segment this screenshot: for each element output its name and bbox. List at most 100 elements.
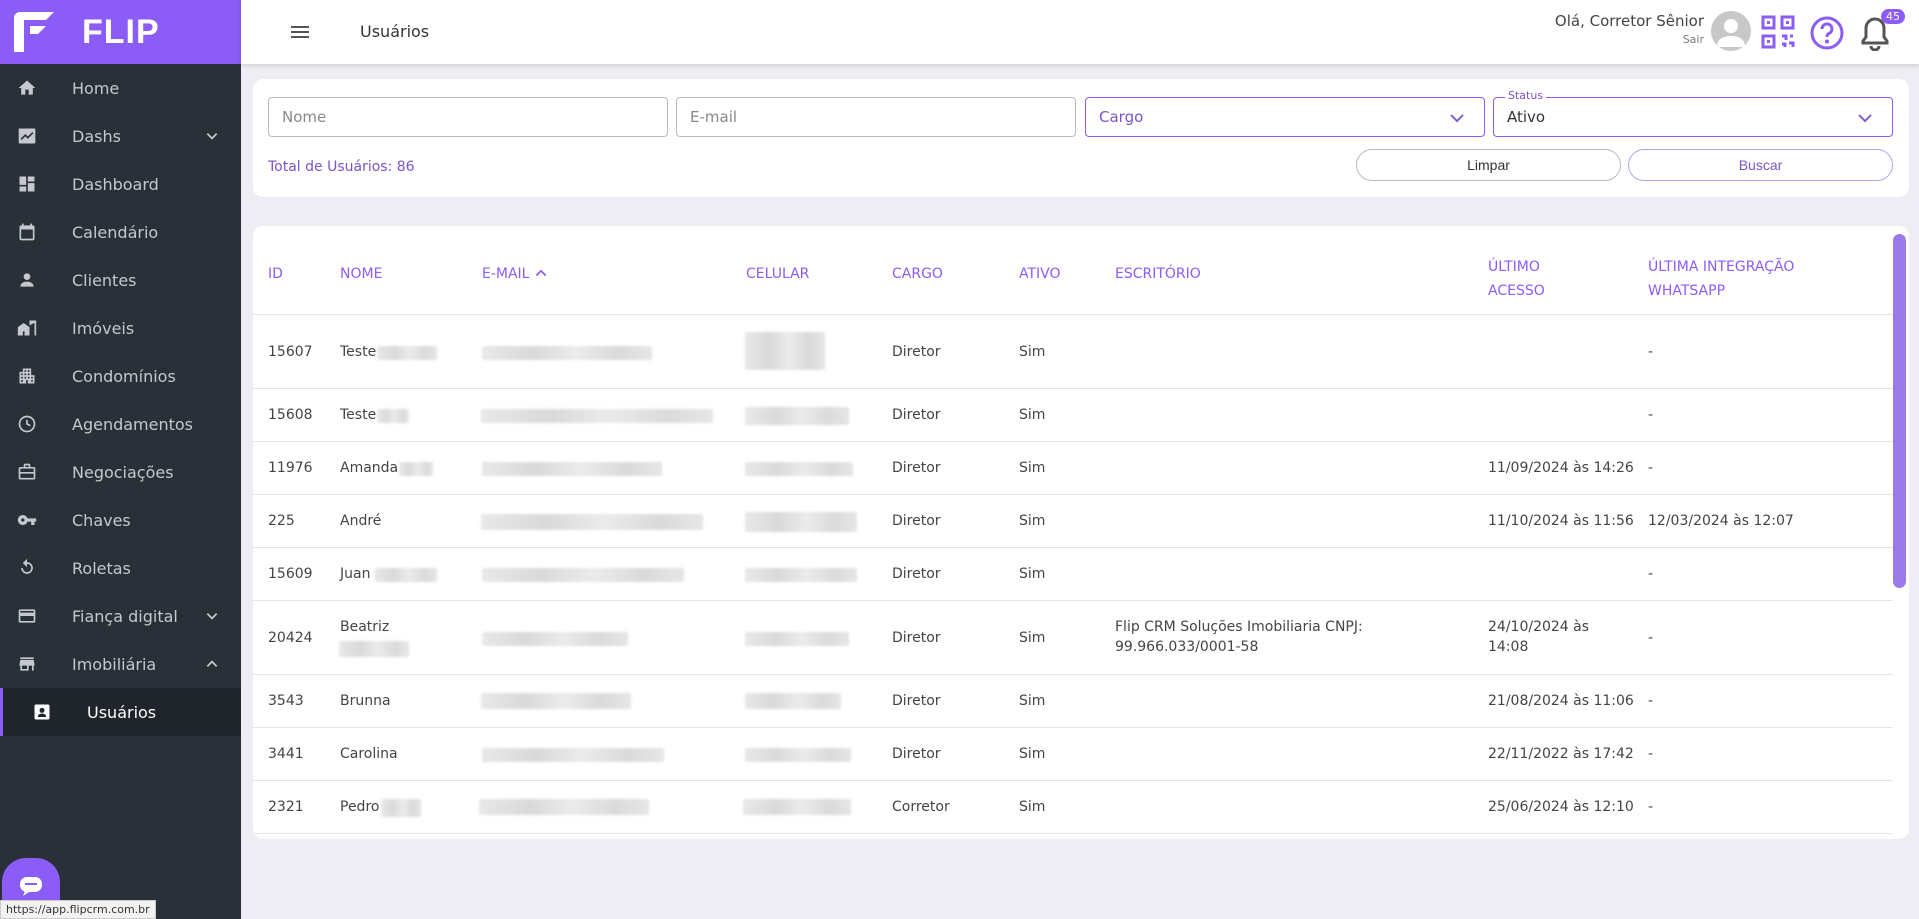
name-input[interactable]: Nome <box>268 97 668 137</box>
table-row[interactable]: 3543 Brunna Diretor Sim 21/08/2024 às 11… <box>253 675 1893 728</box>
redacted-phone <box>743 799 851 815</box>
col-whatsapp-line2: WHATSAPP <box>1648 283 1726 299</box>
sidebar-item-home[interactable]: Home <box>0 64 241 112</box>
table-row[interactable]: 15607 Teste Diretor Sim - <box>253 315 1893 389</box>
cell-ultimo-acesso: 24/10/2024 às 14:08 <box>1488 619 1590 655</box>
redacted-phone <box>745 632 849 646</box>
cell-nome: Beatriz <box>340 619 390 635</box>
sidebar-item-usuarios[interactable]: Usuários <box>0 688 241 736</box>
cell-cargo: Diretor <box>892 566 941 582</box>
search-button[interactable]: Buscar <box>1628 149 1893 181</box>
table-row[interactable]: 20424 Beatriz Diretor Sim Flip CRM Soluç… <box>253 601 1893 675</box>
sidebar-item-label: Chaves <box>72 510 131 530</box>
status-select[interactable]: Status Ativo <box>1493 89 1893 137</box>
logo[interactable]: FLIP <box>0 0 241 64</box>
col-celular[interactable]: CELULAR <box>746 266 809 282</box>
sidebar-item-calendario[interactable]: Calendário <box>0 208 241 256</box>
chevron-up-icon <box>205 656 219 675</box>
apartment-icon <box>15 364 39 388</box>
table-row[interactable]: 11976 Amanda Diretor Sim 11/09/2024 às 1… <box>253 442 1893 495</box>
cell-nome: Brunna <box>340 693 391 709</box>
menu-icon[interactable] <box>289 22 311 46</box>
email-input[interactable]: E-mail <box>676 97 1076 137</box>
qr-code-icon[interactable] <box>1761 15 1795 53</box>
email-placeholder: E-mail <box>690 108 738 126</box>
cell-nome: Carolina <box>340 746 398 762</box>
table-row[interactable]: 15609 Juan Diretor Sim - <box>253 548 1893 601</box>
cell-whatsapp: - <box>1648 630 1654 646</box>
table-row[interactable]: 15608 Teste Diretor Sim - <box>253 389 1893 442</box>
sidebar-item-imobiliaria[interactable]: Imobiliária <box>0 640 241 688</box>
sidebar-item-label: Dashboard <box>72 174 159 194</box>
redacted-email <box>481 409 713 423</box>
col-nome[interactable]: NOME <box>340 266 382 282</box>
sidebar-nav: Home Dashs Dashboard Calendário Clientes… <box>0 64 241 736</box>
col-ultimo-acesso-line1: ÚLTIMO <box>1488 259 1540 275</box>
redacted-phone <box>745 693 841 709</box>
sort-asc-icon <box>534 266 548 282</box>
users-table: ID NOME E-MAIL CELULAR CARGO ATIVO ESCRI… <box>253 226 1909 839</box>
cell-ativo: Sim <box>1019 693 1046 709</box>
col-whatsapp[interactable]: ÚLTIMA INTEGRAÇÃO WHATSAPP <box>1648 255 1794 303</box>
avatar[interactable] <box>1711 11 1751 51</box>
flip-logo-icon <box>12 10 56 54</box>
cell-ultimo-acesso: 11/09/2024 às 14:26 <box>1488 460 1634 476</box>
cell-nome: Amanda <box>340 460 399 476</box>
col-ultimo-acesso[interactable]: ÚLTIMO ACESSO <box>1488 255 1545 303</box>
calendar-icon <box>15 220 39 244</box>
sidebar-item-roletas[interactable]: Roletas <box>0 544 241 592</box>
cell-id: 2321 <box>268 799 304 815</box>
sidebar-item-dashs[interactable]: Dashs <box>0 112 241 160</box>
user-card-icon <box>30 700 54 724</box>
cell-cargo: Diretor <box>892 630 941 646</box>
cell-nome: Juan <box>340 566 371 582</box>
user-greeting: Olá, Corretor Sênior Sair <box>1555 12 1704 46</box>
col-email-label: E-MAIL <box>482 266 530 282</box>
chevron-down-icon <box>205 128 219 147</box>
cell-cargo: Corretor <box>892 799 950 815</box>
col-cargo[interactable]: CARGO <box>892 266 943 282</box>
col-escritorio[interactable]: ESCRITÓRIO <box>1115 266 1201 282</box>
filter-panel: Nome E-mail Cargo Status Ativo Total de … <box>253 79 1909 197</box>
cell-ativo: Sim <box>1019 566 1046 582</box>
redacted-surname <box>375 568 437 582</box>
col-ativo[interactable]: ATIVO <box>1019 266 1061 282</box>
table-row[interactable]: 2321 Pedro Corretor Sim 25/06/2024 às 12… <box>253 781 1893 834</box>
sidebar-item-label: Usuários <box>87 702 157 722</box>
redacted-phone <box>745 748 851 762</box>
sidebar-item-chaves[interactable]: Chaves <box>0 496 241 544</box>
cell-ultimo-acesso: 22/11/2022 às 17:42 <box>1488 746 1634 762</box>
greeting-text: Olá, Corretor Sênior <box>1554 12 1704 30</box>
sidebar-item-label: Negociações <box>72 462 174 482</box>
cell-id: 225 <box>268 513 295 529</box>
cell-whatsapp: - <box>1648 799 1654 815</box>
col-id[interactable]: ID <box>268 266 283 282</box>
sidebar-item-negociacoes[interactable]: Negociações <box>0 448 241 496</box>
sidebar-item-label: Agendamentos <box>72 414 194 434</box>
cell-cargo: Diretor <box>892 513 941 529</box>
notification-badge: 45 <box>1881 9 1905 24</box>
table-scrollbar[interactable] <box>1893 234 1906 588</box>
table-row[interactable]: 3441 Carolina Diretor Sim 22/11/2022 às … <box>253 728 1893 781</box>
sidebar-item-agendamentos[interactable]: Agendamentos <box>0 400 241 448</box>
sidebar-item-imoveis[interactable]: Imóveis <box>0 304 241 352</box>
cargo-select[interactable]: Cargo <box>1085 97 1485 137</box>
cell-whatsapp: - <box>1648 460 1654 476</box>
logout-link[interactable]: Sair <box>1555 33 1704 46</box>
cell-ultimo-acesso: 11/10/2024 às 11:56 <box>1488 513 1634 529</box>
sidebar-item-clientes[interactable]: Clientes <box>0 256 241 304</box>
redacted-phone <box>745 568 857 582</box>
help-icon[interactable] <box>1809 15 1845 55</box>
cell-cargo: Diretor <box>892 407 941 423</box>
sidebar-item-fianca-digital[interactable]: Fiança digital <box>0 592 241 640</box>
sidebar-item-condominios[interactable]: Condomínios <box>0 352 241 400</box>
table-row[interactable]: 225 André Diretor Sim 11/10/2024 às 11:5… <box>253 495 1893 548</box>
redacted-email <box>481 514 703 530</box>
cell-ativo: Sim <box>1019 799 1046 815</box>
redacted-email <box>482 346 652 360</box>
clear-button[interactable]: Limpar <box>1356 149 1621 181</box>
col-email[interactable]: E-MAIL <box>482 266 548 282</box>
redacted-surname <box>377 409 409 423</box>
sidebar-item-label: Home <box>72 78 120 98</box>
sidebar-item-dashboard[interactable]: Dashboard <box>0 160 241 208</box>
